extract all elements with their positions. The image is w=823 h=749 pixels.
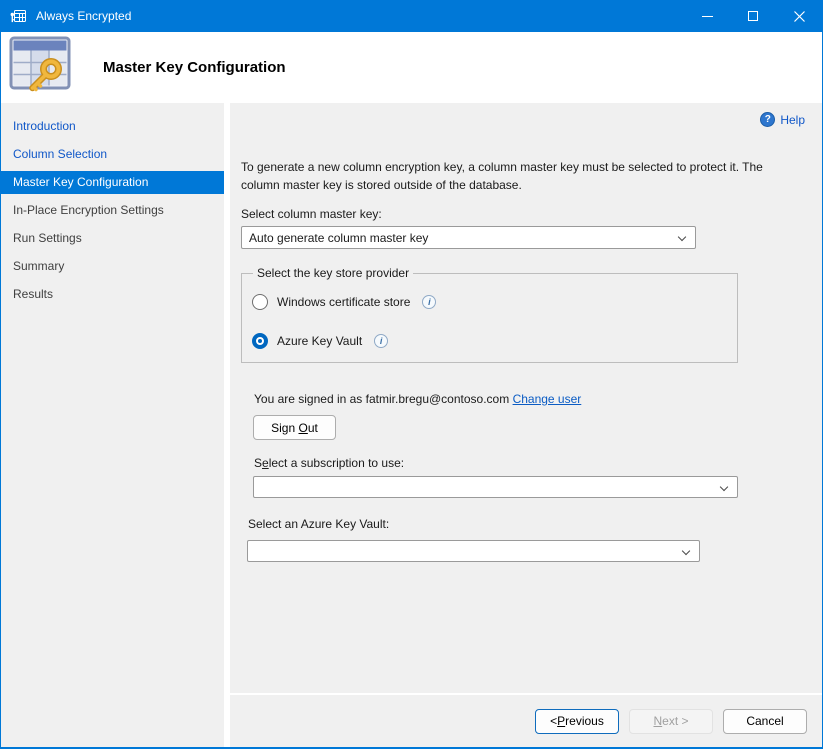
- master-key-combobox[interactable]: Auto generate column master key: [241, 226, 696, 249]
- radio-selected-icon[interactable]: [252, 333, 268, 349]
- previous-label-mnemonic: P: [557, 714, 565, 728]
- subscription-label-mnemonic: e: [262, 456, 269, 470]
- titlebar[interactable]: Always Encrypted: [1, 0, 822, 32]
- always-encrypted-wizard-window: Always Encrypted: [0, 0, 823, 749]
- key-vault-label: Select an Azure Key Vault:: [248, 517, 822, 531]
- subscription-label-pre: S: [254, 456, 262, 470]
- sign-out-label-post: ut: [308, 421, 318, 435]
- next-label-post: ext >: [662, 714, 688, 728]
- chevron-down-icon: [720, 483, 728, 491]
- window-controls: [684, 0, 822, 32]
- help-link[interactable]: ? Help: [760, 112, 805, 127]
- main-content: To generate a new column encryption key,…: [230, 103, 822, 693]
- key-store-provider-legend: Select the key store provider: [253, 266, 413, 280]
- next-button[interactable]: Next >: [629, 709, 713, 734]
- info-icon[interactable]: i: [422, 295, 436, 309]
- previous-label-pre: <: [550, 714, 557, 728]
- wizard-steps-sidebar: Introduction Column Selection Master Key…: [1, 103, 230, 747]
- close-button[interactable]: [776, 0, 822, 32]
- signed-in-email: fatmir.bregu@contoso.com: [366, 392, 510, 406]
- master-key-combobox-value: Auto generate column master key: [249, 231, 428, 245]
- key-store-provider-groupbox: Select the key store provider Windows ce…: [241, 273, 738, 363]
- change-user-link[interactable]: Change user: [513, 392, 582, 406]
- close-icon: [794, 11, 805, 22]
- table-key-app-icon: [10, 9, 27, 24]
- maximize-icon: [748, 11, 758, 21]
- wizard-footer: < Previous Next > Cancel: [230, 693, 822, 747]
- sidebar-item-summary[interactable]: Summary: [1, 252, 224, 280]
- sidebar-item-master-key-configuration[interactable]: Master Key Configuration: [1, 171, 224, 194]
- sign-out-label-pre: Sign: [271, 421, 298, 435]
- subscription-label-post: lect a subscription to use:: [269, 456, 404, 470]
- sidebar-item-results[interactable]: Results: [1, 280, 224, 308]
- minimize-button[interactable]: [684, 0, 730, 32]
- signed-in-text: You are signed in as: [254, 392, 366, 406]
- master-key-label: Select column master key:: [241, 207, 822, 221]
- chevron-down-icon: [682, 547, 690, 555]
- radio-unselected-icon[interactable]: [252, 294, 268, 310]
- info-icon[interactable]: i: [374, 334, 388, 348]
- radio-azure-key-vault[interactable]: Azure Key Vault i: [252, 333, 737, 349]
- signed-in-row: You are signed in as fatmir.bregu@contos…: [254, 392, 822, 406]
- cancel-button[interactable]: Cancel: [723, 709, 807, 734]
- next-label-mnemonic: N: [653, 714, 662, 728]
- maximize-button[interactable]: [730, 0, 776, 32]
- chevron-down-icon: [678, 233, 686, 241]
- previous-button[interactable]: < Previous: [535, 709, 619, 734]
- radio-windows-certificate-store[interactable]: Windows certificate store i: [252, 294, 737, 310]
- minimize-icon: [702, 16, 713, 17]
- subscription-label: Select a subscription to use:: [254, 456, 822, 470]
- radio-windows-certificate-store-label: Windows certificate store: [277, 295, 410, 309]
- sidebar-item-run-settings[interactable]: Run Settings: [1, 224, 224, 252]
- wizard-body: Introduction Column Selection Master Key…: [1, 103, 822, 747]
- previous-label-post: revious: [565, 714, 604, 728]
- page-title: Master Key Configuration: [103, 59, 286, 76]
- wizard-header: Master Key Configuration: [1, 32, 822, 103]
- help-label: Help: [780, 113, 805, 127]
- subscription-combobox[interactable]: [253, 476, 738, 498]
- main-panel: ? Help To generate a new column encrypti…: [230, 103, 822, 747]
- sidebar-item-in-place-encryption-settings[interactable]: In-Place Encryption Settings: [1, 196, 224, 224]
- radio-azure-key-vault-label: Azure Key Vault: [277, 334, 362, 348]
- sidebar-item-introduction[interactable]: Introduction: [1, 112, 224, 140]
- help-icon: ?: [760, 112, 775, 127]
- table-key-header-icon: [9, 36, 73, 99]
- intro-text: To generate a new column encryption key,…: [241, 158, 779, 194]
- sign-out-label-mnemonic: O: [299, 421, 308, 435]
- sign-out-button[interactable]: Sign Out: [253, 415, 336, 440]
- window-title: Always Encrypted: [36, 9, 131, 23]
- sidebar-item-column-selection[interactable]: Column Selection: [1, 140, 224, 168]
- key-vault-combobox[interactable]: [247, 540, 700, 562]
